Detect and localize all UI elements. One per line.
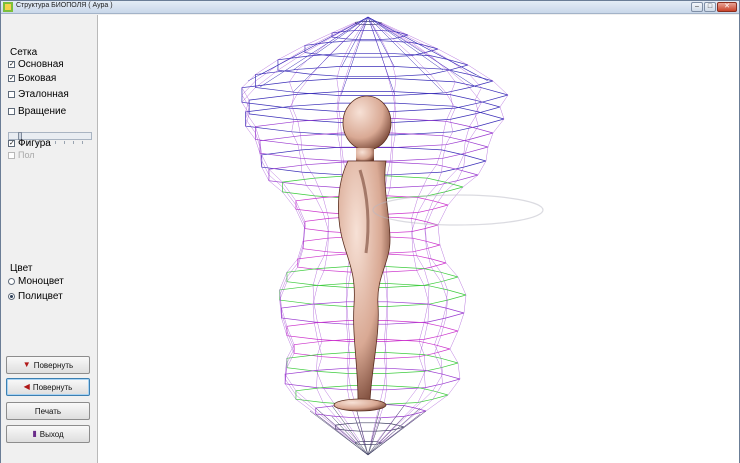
maximize-button[interactable]: □ xyxy=(704,2,716,12)
checkbox-box[interactable] xyxy=(8,107,15,115)
mesh-apex-line xyxy=(293,16,369,71)
rotate-down-button[interactable]: ▼ Повернуть xyxy=(6,356,90,374)
arrow-down-icon: ▼ xyxy=(22,360,31,369)
checkbox-box[interactable]: ✓ xyxy=(8,74,15,82)
mesh-spoke xyxy=(379,23,482,444)
close-button[interactable]: ✕ xyxy=(717,2,737,12)
arrow-left-icon: ◀ xyxy=(23,382,30,391)
radio-label: Полицвет xyxy=(18,290,63,302)
mesh-base-line xyxy=(354,404,369,456)
aura-mesh-canvas[interactable] xyxy=(98,15,740,463)
checkbox-label: Боковая xyxy=(18,72,57,84)
button-label: Повернуть xyxy=(33,360,74,370)
mesh-apex-line xyxy=(367,16,443,93)
checkbox-label: Основная xyxy=(18,58,64,70)
mesh-base-line xyxy=(367,416,405,456)
mesh-spoke xyxy=(241,22,356,444)
figure-head xyxy=(342,95,392,151)
radio-mono-color[interactable]: Моноцвет xyxy=(8,275,64,287)
3d-viewport[interactable] xyxy=(97,15,739,463)
checkbox-box[interactable] xyxy=(8,151,15,159)
checkbox-label: Пол xyxy=(18,150,35,160)
button-label: Повернуть xyxy=(32,382,73,392)
mesh-base-line xyxy=(331,416,369,456)
mesh-base-line xyxy=(367,404,382,456)
checkbox-box[interactable]: ✓ xyxy=(8,60,15,68)
app-window: Структура БИОПОЛЯ ( Аура ) – □ ✕ Сетка ✓… xyxy=(0,0,740,463)
radio-circle[interactable] xyxy=(8,277,15,285)
print-button[interactable]: Печать xyxy=(6,402,90,420)
figure-body xyxy=(338,160,391,401)
figure-foot xyxy=(333,398,387,412)
mesh-apex-line xyxy=(367,16,443,71)
color-group-label: Цвет xyxy=(10,263,33,274)
mesh-ring xyxy=(255,66,494,96)
grid-group-label: Сетка xyxy=(10,47,38,58)
radio-multi-color[interactable]: Полицвет xyxy=(8,290,63,302)
figure-neck xyxy=(356,148,374,162)
mesh-ring xyxy=(331,29,409,41)
app-icon xyxy=(3,2,13,12)
rotate-left-button[interactable]: ◀ Повернуть xyxy=(6,378,90,396)
control-panel: Сетка ✓ Основная ✓ Боковая Эталонная Вра… xyxy=(1,15,97,463)
checkbox-main-grid[interactable]: ✓ Основная xyxy=(8,58,64,70)
mesh-apex-line xyxy=(341,16,369,95)
watermark-mark xyxy=(372,194,544,226)
checkbox-box[interactable] xyxy=(8,90,15,98)
checkbox-floor[interactable]: Пол xyxy=(8,149,35,161)
button-label: Выход xyxy=(39,429,64,439)
checkbox-box[interactable]: ✓ xyxy=(8,139,15,147)
radio-label: Моноцвет xyxy=(18,275,64,287)
radio-circle[interactable] xyxy=(8,292,15,300)
checkbox-rotation[interactable]: Вращение xyxy=(8,105,66,117)
button-label: Печать xyxy=(34,406,62,416)
checkbox-reference-grid[interactable]: Эталонная xyxy=(8,88,69,100)
exit-button[interactable]: ▮ Выход xyxy=(6,425,90,443)
mesh-apex-line xyxy=(293,16,369,93)
mesh-spoke xyxy=(381,22,509,444)
checkbox-label: Фигура xyxy=(18,137,51,149)
mesh-apex-line xyxy=(341,16,369,68)
checkbox-figure[interactable]: ✓ Фигура xyxy=(8,137,51,149)
minimize-button[interactable]: – xyxy=(691,2,703,12)
title-bar[interactable]: Структура БИОПОЛЯ ( Аура ) – □ ✕ xyxy=(1,1,739,14)
checkbox-side-grid[interactable]: ✓ Боковая xyxy=(8,72,56,84)
exit-door-icon: ▮ xyxy=(32,429,37,438)
checkbox-label: Эталонная xyxy=(18,88,69,100)
checkbox-label: Вращение xyxy=(18,105,67,117)
window-title: Структура БИОПОЛЯ ( Аура ) xyxy=(16,2,113,9)
